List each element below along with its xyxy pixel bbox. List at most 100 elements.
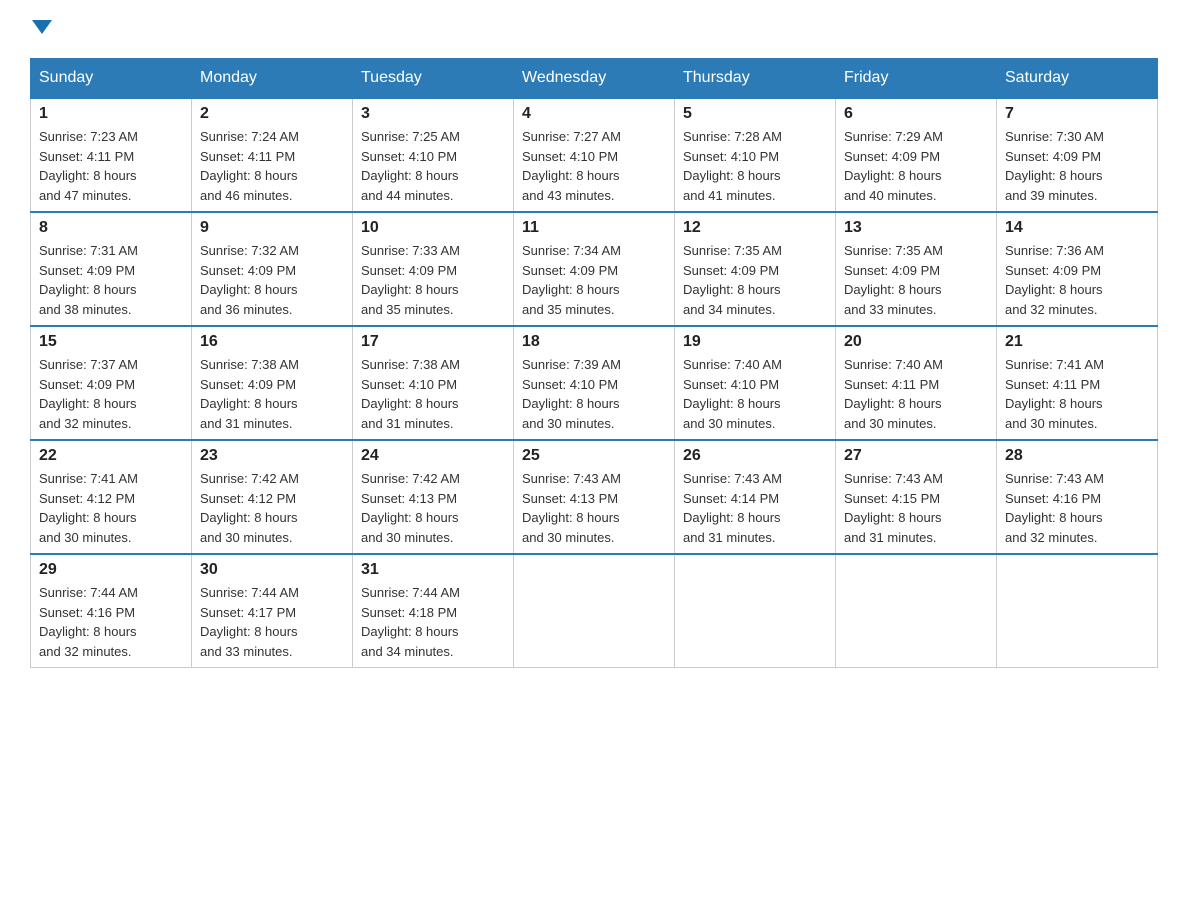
calendar-cell: 9 Sunrise: 7:32 AM Sunset: 4:09 PM Dayli… (192, 212, 353, 326)
day-info: Sunrise: 7:43 AM Sunset: 4:15 PM Dayligh… (844, 471, 943, 545)
calendar-cell: 29 Sunrise: 7:44 AM Sunset: 4:16 PM Dayl… (31, 554, 192, 668)
calendar-cell (514, 554, 675, 668)
day-info: Sunrise: 7:38 AM Sunset: 4:09 PM Dayligh… (200, 357, 299, 431)
calendar-cell: 30 Sunrise: 7:44 AM Sunset: 4:17 PM Dayl… (192, 554, 353, 668)
day-info: Sunrise: 7:43 AM Sunset: 4:13 PM Dayligh… (522, 471, 621, 545)
calendar-cell: 6 Sunrise: 7:29 AM Sunset: 4:09 PM Dayli… (836, 98, 997, 212)
day-number: 15 (39, 333, 183, 351)
day-number: 3 (361, 105, 505, 123)
day-info: Sunrise: 7:30 AM Sunset: 4:09 PM Dayligh… (1005, 129, 1104, 203)
day-number: 2 (200, 105, 344, 123)
day-number: 7 (1005, 105, 1149, 123)
day-info: Sunrise: 7:23 AM Sunset: 4:11 PM Dayligh… (39, 129, 138, 203)
weekday-header: Sunday (31, 59, 192, 99)
day-number: 17 (361, 333, 505, 351)
day-info: Sunrise: 7:44 AM Sunset: 4:16 PM Dayligh… (39, 585, 138, 659)
day-number: 29 (39, 561, 183, 579)
calendar-cell: 28 Sunrise: 7:43 AM Sunset: 4:16 PM Dayl… (997, 440, 1158, 554)
day-number: 9 (200, 219, 344, 237)
weekday-header: Monday (192, 59, 353, 99)
calendar-cell: 4 Sunrise: 7:27 AM Sunset: 4:10 PM Dayli… (514, 98, 675, 212)
calendar-cell (997, 554, 1158, 668)
calendar-cell: 7 Sunrise: 7:30 AM Sunset: 4:09 PM Dayli… (997, 98, 1158, 212)
day-number: 30 (200, 561, 344, 579)
calendar-table: SundayMondayTuesdayWednesdayThursdayFrid… (30, 58, 1158, 668)
calendar-cell: 19 Sunrise: 7:40 AM Sunset: 4:10 PM Dayl… (675, 326, 836, 440)
calendar-cell: 3 Sunrise: 7:25 AM Sunset: 4:10 PM Dayli… (353, 98, 514, 212)
logo-triangle-icon (32, 20, 52, 34)
day-info: Sunrise: 7:29 AM Sunset: 4:09 PM Dayligh… (844, 129, 943, 203)
day-info: Sunrise: 7:35 AM Sunset: 4:09 PM Dayligh… (844, 243, 943, 317)
day-info: Sunrise: 7:35 AM Sunset: 4:09 PM Dayligh… (683, 243, 782, 317)
day-info: Sunrise: 7:27 AM Sunset: 4:10 PM Dayligh… (522, 129, 621, 203)
day-number: 11 (522, 219, 666, 237)
day-number: 1 (39, 105, 183, 123)
weekday-header: Thursday (675, 59, 836, 99)
calendar-cell (836, 554, 997, 668)
day-number: 8 (39, 219, 183, 237)
calendar-cell: 26 Sunrise: 7:43 AM Sunset: 4:14 PM Dayl… (675, 440, 836, 554)
day-number: 4 (522, 105, 666, 123)
day-number: 31 (361, 561, 505, 579)
day-info: Sunrise: 7:43 AM Sunset: 4:14 PM Dayligh… (683, 471, 782, 545)
calendar-cell (675, 554, 836, 668)
day-info: Sunrise: 7:44 AM Sunset: 4:17 PM Dayligh… (200, 585, 299, 659)
calendar-cell: 16 Sunrise: 7:38 AM Sunset: 4:09 PM Dayl… (192, 326, 353, 440)
day-number: 19 (683, 333, 827, 351)
logo (30, 20, 52, 38)
day-info: Sunrise: 7:44 AM Sunset: 4:18 PM Dayligh… (361, 585, 460, 659)
calendar-cell: 25 Sunrise: 7:43 AM Sunset: 4:13 PM Dayl… (514, 440, 675, 554)
day-number: 27 (844, 447, 988, 465)
weekday-header: Tuesday (353, 59, 514, 99)
calendar-cell: 27 Sunrise: 7:43 AM Sunset: 4:15 PM Dayl… (836, 440, 997, 554)
day-info: Sunrise: 7:40 AM Sunset: 4:11 PM Dayligh… (844, 357, 943, 431)
calendar-cell: 2 Sunrise: 7:24 AM Sunset: 4:11 PM Dayli… (192, 98, 353, 212)
calendar-cell: 14 Sunrise: 7:36 AM Sunset: 4:09 PM Dayl… (997, 212, 1158, 326)
day-number: 10 (361, 219, 505, 237)
day-info: Sunrise: 7:40 AM Sunset: 4:10 PM Dayligh… (683, 357, 782, 431)
day-info: Sunrise: 7:34 AM Sunset: 4:09 PM Dayligh… (522, 243, 621, 317)
day-number: 22 (39, 447, 183, 465)
calendar-cell: 13 Sunrise: 7:35 AM Sunset: 4:09 PM Dayl… (836, 212, 997, 326)
day-info: Sunrise: 7:43 AM Sunset: 4:16 PM Dayligh… (1005, 471, 1104, 545)
day-info: Sunrise: 7:41 AM Sunset: 4:11 PM Dayligh… (1005, 357, 1104, 431)
day-info: Sunrise: 7:37 AM Sunset: 4:09 PM Dayligh… (39, 357, 138, 431)
day-info: Sunrise: 7:39 AM Sunset: 4:10 PM Dayligh… (522, 357, 621, 431)
calendar-cell: 15 Sunrise: 7:37 AM Sunset: 4:09 PM Dayl… (31, 326, 192, 440)
day-info: Sunrise: 7:42 AM Sunset: 4:13 PM Dayligh… (361, 471, 460, 545)
weekday-header: Wednesday (514, 59, 675, 99)
page-header (30, 20, 1158, 38)
weekday-header: Saturday (997, 59, 1158, 99)
calendar-cell: 5 Sunrise: 7:28 AM Sunset: 4:10 PM Dayli… (675, 98, 836, 212)
day-number: 28 (1005, 447, 1149, 465)
day-info: Sunrise: 7:31 AM Sunset: 4:09 PM Dayligh… (39, 243, 138, 317)
calendar-cell: 24 Sunrise: 7:42 AM Sunset: 4:13 PM Dayl… (353, 440, 514, 554)
calendar-cell: 12 Sunrise: 7:35 AM Sunset: 4:09 PM Dayl… (675, 212, 836, 326)
calendar-cell: 18 Sunrise: 7:39 AM Sunset: 4:10 PM Dayl… (514, 326, 675, 440)
day-number: 18 (522, 333, 666, 351)
day-number: 6 (844, 105, 988, 123)
day-info: Sunrise: 7:28 AM Sunset: 4:10 PM Dayligh… (683, 129, 782, 203)
calendar-cell: 17 Sunrise: 7:38 AM Sunset: 4:10 PM Dayl… (353, 326, 514, 440)
day-info: Sunrise: 7:32 AM Sunset: 4:09 PM Dayligh… (200, 243, 299, 317)
day-info: Sunrise: 7:24 AM Sunset: 4:11 PM Dayligh… (200, 129, 299, 203)
day-number: 14 (1005, 219, 1149, 237)
day-number: 5 (683, 105, 827, 123)
calendar-cell: 8 Sunrise: 7:31 AM Sunset: 4:09 PM Dayli… (31, 212, 192, 326)
day-number: 25 (522, 447, 666, 465)
calendar-cell: 31 Sunrise: 7:44 AM Sunset: 4:18 PM Dayl… (353, 554, 514, 668)
day-info: Sunrise: 7:36 AM Sunset: 4:09 PM Dayligh… (1005, 243, 1104, 317)
day-number: 26 (683, 447, 827, 465)
calendar-cell: 20 Sunrise: 7:40 AM Sunset: 4:11 PM Dayl… (836, 326, 997, 440)
day-number: 13 (844, 219, 988, 237)
calendar-cell: 22 Sunrise: 7:41 AM Sunset: 4:12 PM Dayl… (31, 440, 192, 554)
day-number: 21 (1005, 333, 1149, 351)
day-number: 23 (200, 447, 344, 465)
calendar-cell: 23 Sunrise: 7:42 AM Sunset: 4:12 PM Dayl… (192, 440, 353, 554)
day-info: Sunrise: 7:41 AM Sunset: 4:12 PM Dayligh… (39, 471, 138, 545)
calendar-cell: 10 Sunrise: 7:33 AM Sunset: 4:09 PM Dayl… (353, 212, 514, 326)
calendar-cell: 11 Sunrise: 7:34 AM Sunset: 4:09 PM Dayl… (514, 212, 675, 326)
day-number: 20 (844, 333, 988, 351)
calendar-cell: 1 Sunrise: 7:23 AM Sunset: 4:11 PM Dayli… (31, 98, 192, 212)
day-number: 12 (683, 219, 827, 237)
